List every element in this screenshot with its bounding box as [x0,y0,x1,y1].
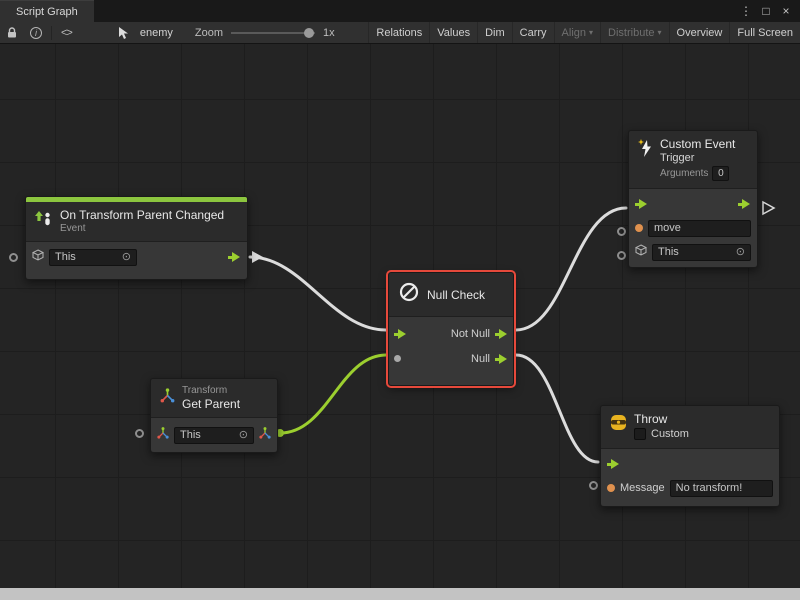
lock-icon[interactable] [0,22,24,43]
zoom-slider-handle[interactable] [304,28,314,38]
control-output-arrow-icon[interactable] [738,198,751,210]
relations-button[interactable]: Relations [368,22,429,43]
node-title: Custom Event [660,137,735,151]
otpc-this-port[interactable] [9,253,18,262]
transform-input-icon[interactable] [157,426,169,444]
graph-toolbar: i <> enemy Zoom 1x Relations Values Dim … [0,22,800,44]
string-input-dot-icon[interactable] [607,484,615,492]
wire-event-to-nullcheck [250,257,386,330]
align-button[interactable]: Align ▾ [554,22,600,43]
node-title: Throw [634,412,689,426]
otpc-this-field[interactable]: This ⊙ [49,249,137,266]
arguments-label: Arguments [660,167,708,180]
node-title: Null Check [427,288,485,302]
node-category: Transform [182,385,240,397]
node-title: Get Parent [182,397,240,411]
zoom-label: Zoom [195,27,223,39]
gameobject-cube-icon [32,248,44,266]
object-picker-icon[interactable]: ⊙ [122,252,131,263]
close-icon[interactable]: × [776,1,796,21]
node-subtitle: Event [60,222,224,235]
menu-icon[interactable]: ⋮ [736,1,756,21]
zoom-slider[interactable] [231,32,315,34]
chevron-down-icon: ▾ [589,28,593,37]
graph-owner[interactable]: enemy [140,27,173,39]
string-input-dot-icon[interactable] [635,224,643,232]
getparent-this-port[interactable] [135,429,144,438]
zoom-value: 1x [323,27,335,39]
node-throw[interactable]: Throw Custom Message No transform! [600,405,780,507]
customevent-this-field[interactable]: This ⊙ [652,244,751,261]
tab-script-graph[interactable]: Script Graph [0,0,94,22]
values-button[interactable]: Values [429,22,477,43]
object-picker-icon[interactable]: ⊙ [239,430,248,441]
graph-canvas[interactable]: On Transform Parent Changed Event This ⊙ [0,44,800,588]
maximize-icon[interactable]: □ [756,1,776,21]
node-body: This ⊙ [151,417,277,452]
custom-event-bolt-icon [638,139,653,163]
node-body: Not Null Null [389,316,513,385]
throw-message-port[interactable] [589,481,598,490]
transform-output-icon[interactable] [259,426,271,444]
node-header: Null Check [389,273,513,316]
window-controls: ⋮ □ × [736,0,800,22]
control-output-arrow-icon[interactable] [228,251,241,263]
carry-button[interactable]: Carry [512,22,554,43]
node-subtitle: Trigger [660,151,735,165]
overview-button[interactable]: Overview [669,22,730,43]
distribute-button[interactable]: Distribute ▾ [600,22,668,43]
node-on-transform-parent-changed[interactable]: On Transform Parent Changed Event This ⊙ [25,196,248,280]
dim-button[interactable]: Dim [477,22,512,43]
node-null-check[interactable]: Null Check Not Null Null [388,272,514,386]
code-icon[interactable]: <> [55,22,78,43]
customevent-this-port[interactable] [617,251,626,260]
custom-checkbox[interactable] [634,428,646,440]
window-bottom-edge [0,588,800,600]
transform-icon [160,388,175,408]
null-check-icon [398,281,420,308]
node-title: On Transform Parent Changed [60,208,224,222]
node-body: move This ⊙ [629,188,757,267]
not-null-output-arrow-icon[interactable] [495,328,508,340]
arguments-stepper[interactable]: 0 [712,166,729,181]
pointer-icon [112,22,136,43]
not-null-label: Not Null [451,328,490,340]
tab-title: Script Graph [16,6,78,18]
null-output-arrow-icon[interactable] [495,353,508,365]
message-field[interactable]: No transform! [670,480,773,497]
null-label: Null [471,353,490,365]
node-header: Transform Get Parent [151,379,277,417]
control-input-arrow-icon[interactable] [635,198,648,210]
custom-label: Custom [651,428,689,440]
node-get-parent[interactable]: Transform Get Parent This [150,378,278,453]
throw-icon [610,414,627,436]
wire-start-arrow-icon [252,251,263,263]
node-header: Custom Event Trigger Arguments 0 [629,131,757,188]
info-icon[interactable]: i [24,22,48,43]
node-header: On Transform Parent Changed Event [26,202,247,241]
toolbar-separator [51,26,52,40]
fullscreen-button[interactable]: Full Screen [729,22,800,43]
customevent-output-port-icon [763,202,774,214]
message-label: Message [620,482,665,494]
node-body: Message No transform! [601,448,779,506]
wire-notnull-to-customevent [516,208,626,330]
wire-null-to-throw [516,355,598,462]
chevron-down-icon: ▾ [658,28,662,37]
gameobject-cube-icon [635,243,647,261]
control-input-arrow-icon[interactable] [607,458,620,470]
control-input-arrow-icon[interactable] [394,328,407,340]
node-custom-event[interactable]: Custom Event Trigger Arguments 0 move [628,130,758,268]
transform-parent-changed-icon [35,211,53,232]
wire-getparent-to-nullcheck [280,355,386,433]
window-tab-bar: Script Graph ⋮ □ × [0,0,800,22]
getparent-this-field[interactable]: This ⊙ [174,427,254,444]
customevent-name-port[interactable] [617,227,626,236]
value-input-dot-icon[interactable] [394,355,401,362]
node-header: Throw Custom [601,406,779,448]
event-name-field[interactable]: move [648,220,751,237]
node-body: This ⊙ [26,241,247,279]
object-picker-icon[interactable]: ⊙ [736,247,745,258]
toolbar-buttons: Relations Values Dim Carry Align ▾ Distr… [368,22,800,43]
